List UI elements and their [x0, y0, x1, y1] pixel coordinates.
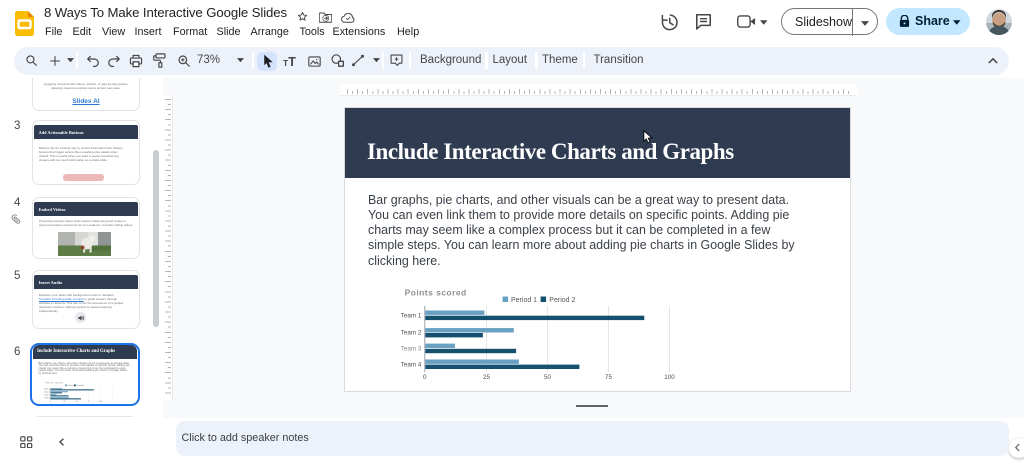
svg-text:Team 4: Team 4 — [44, 398, 50, 400]
svg-text:100: 100 — [99, 401, 102, 403]
svg-text:Team 2: Team 2 — [44, 392, 50, 394]
svg-text:100: 100 — [664, 374, 675, 381]
svg-text:Team 1: Team 1 — [401, 313, 422, 320]
svg-text:25: 25 — [483, 374, 491, 381]
svg-text:Points scored: Points scored — [45, 381, 64, 385]
svg-text:75: 75 — [87, 401, 89, 403]
svg-text:75: 75 — [605, 374, 613, 381]
svg-text:Team 1: Team 1 — [44, 389, 50, 391]
svg-text:Period 2: Period 2 — [549, 297, 575, 304]
svg-text:Team 3: Team 3 — [44, 395, 50, 397]
svg-text:50: 50 — [75, 401, 77, 403]
svg-text:50: 50 — [544, 374, 552, 381]
svg-text:Points scored: Points scored — [405, 288, 467, 298]
svg-text:Period 1: Period 1 — [511, 297, 537, 304]
svg-text:Team 2: Team 2 — [401, 330, 422, 337]
svg-text:0: 0 — [50, 401, 51, 403]
svg-text:25: 25 — [63, 401, 65, 403]
svg-text:0: 0 — [423, 374, 427, 381]
svg-text:Period 2: Period 2 — [76, 385, 84, 387]
svg-text:Team 3: Team 3 — [401, 345, 422, 352]
svg-text:Team 4: Team 4 — [401, 361, 422, 368]
